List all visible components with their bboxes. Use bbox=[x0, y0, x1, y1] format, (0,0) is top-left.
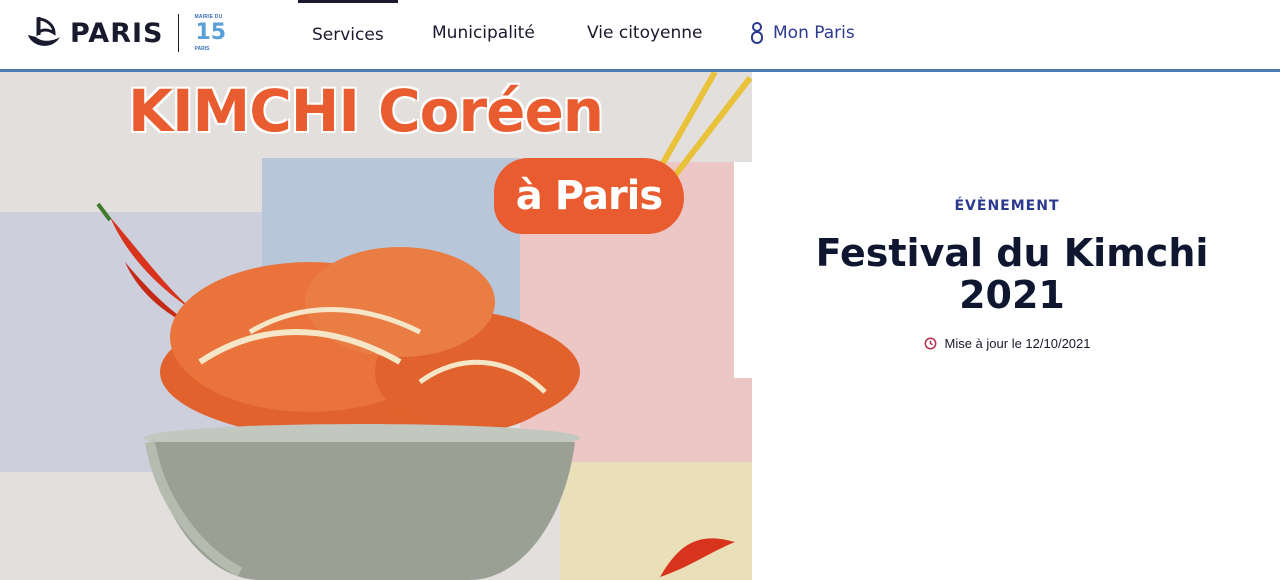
hero-title: KIMCHI Coréen bbox=[128, 77, 604, 145]
nav-services[interactable]: Services bbox=[298, 0, 398, 66]
user-icon bbox=[751, 22, 763, 44]
site-header: PARIS MAIRIE DU 15 PARIS Services Munici… bbox=[0, 0, 1280, 72]
nav-mon-paris[interactable]: Mon Paris bbox=[750, 0, 855, 66]
event-updated-text: Mise à jour le 12/10/2021 bbox=[944, 336, 1091, 351]
event-info-panel: ÉVÈNEMENT Festival du Kimchi 2021 Mise à… bbox=[734, 162, 1280, 378]
event-hero-image: KIMCHI Coréen à Paris bbox=[0, 72, 752, 580]
kimchi-bowl-illustration bbox=[96, 72, 752, 580]
nav-vie-citoyenne[interactable]: Vie citoyenne bbox=[587, 0, 703, 66]
hero-badge: à Paris bbox=[494, 158, 684, 234]
mairie-15-badge[interactable]: MAIRIE DU 15 PARIS bbox=[195, 14, 227, 52]
clock-icon bbox=[924, 337, 936, 350]
event-title: Festival du Kimchi 2021 bbox=[815, 231, 1209, 317]
nav-municipalite[interactable]: Municipalité bbox=[432, 0, 535, 66]
logo-divider bbox=[177, 14, 179, 52]
mon-paris-label: Mon Paris bbox=[773, 23, 855, 43]
paris-logo[interactable]: PARIS MAIRIE DU 15 PARIS bbox=[24, 12, 227, 54]
mairie-badge-bottom: PARIS bbox=[194, 46, 210, 52]
paris-ship-icon bbox=[28, 17, 60, 46]
mairie-badge-number: 15 bbox=[195, 20, 227, 45]
event-updated: Mise à jour le 12/10/2021 bbox=[734, 336, 1280, 351]
logo-wordmark: PARIS bbox=[70, 17, 164, 49]
event-type-label: ÉVÈNEMENT bbox=[954, 198, 1060, 214]
